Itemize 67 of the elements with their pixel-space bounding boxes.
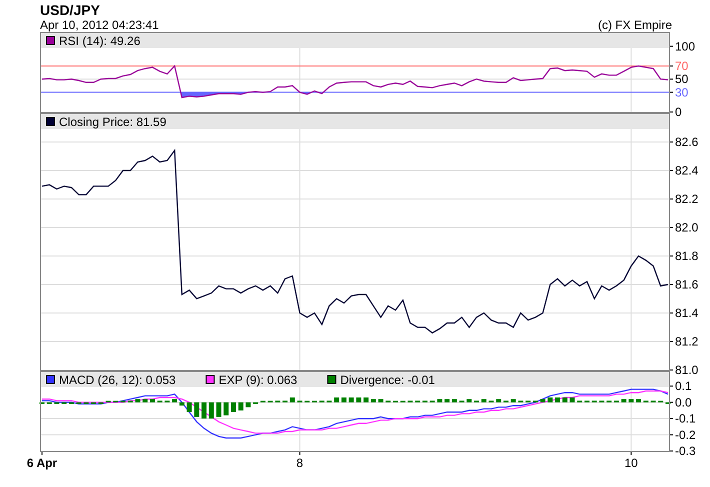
histogram-bar xyxy=(341,397,346,402)
histogram-bar xyxy=(452,399,457,402)
axis-label: 6 Apr xyxy=(26,456,58,470)
histogram-bar xyxy=(172,399,178,402)
histogram-bar xyxy=(135,399,140,402)
axis-label: 70 xyxy=(675,59,688,73)
legend-label: MACD (26, 12): 0.053 xyxy=(59,373,176,387)
histogram-bar xyxy=(290,397,295,402)
axis-label: 81.8 xyxy=(675,249,698,263)
timestamp: Apr 10, 2012 04:23:41 xyxy=(40,19,159,32)
histogram-bar xyxy=(224,402,229,416)
axis-label: 50 xyxy=(675,72,688,86)
copyright-text: (c) FX Empire xyxy=(598,19,672,32)
histogram-bar xyxy=(230,402,236,412)
legend-label: Divergence: -0.01 xyxy=(340,373,435,387)
histogram-bar xyxy=(208,402,214,419)
axis-label: 81.0 xyxy=(675,363,698,377)
histogram-bar xyxy=(621,399,626,402)
histogram-bar xyxy=(334,397,340,402)
axis-label: 0.0 xyxy=(675,395,692,410)
axis-label: 82.2 xyxy=(675,192,698,206)
histogram-bar xyxy=(540,399,546,402)
histogram-bar xyxy=(481,399,486,402)
histogram-bar xyxy=(364,397,369,402)
histogram-bar xyxy=(142,399,148,402)
axis-label: -0.3 xyxy=(675,444,696,458)
histogram-bar xyxy=(186,402,192,412)
histogram-bar xyxy=(570,397,575,402)
histogram-bar xyxy=(555,397,560,402)
axis-label: 82.0 xyxy=(675,220,698,234)
histogram-bar xyxy=(348,397,354,402)
axis-label: 8 xyxy=(296,456,304,470)
histogram-bar xyxy=(356,397,362,402)
histogram-bar xyxy=(194,402,200,417)
axis-label: 81.6 xyxy=(675,278,698,292)
histogram-bar xyxy=(466,399,472,402)
axis-label: -0.2 xyxy=(675,428,696,442)
axis-label: 30 xyxy=(675,85,688,100)
axis-label: 100 xyxy=(675,39,696,54)
histogram-bar xyxy=(202,402,207,419)
histogram-bar xyxy=(548,397,553,402)
axis-label: -0.1 xyxy=(675,412,696,426)
histogram-bar xyxy=(510,399,516,402)
axis-label: 0 xyxy=(675,105,682,119)
histogram-bar xyxy=(636,399,642,402)
legend-label: EXP (9): 0.063 xyxy=(218,373,298,387)
legend-label: RSI (14): 49.26 xyxy=(59,34,140,48)
chart-title: USD/JPY xyxy=(40,1,101,19)
histogram-bar xyxy=(179,402,184,406)
histogram-bar xyxy=(246,402,251,408)
histogram-bar xyxy=(238,402,244,410)
histogram-bar xyxy=(437,399,442,402)
axis-label: 10 xyxy=(624,456,638,470)
axis-label: 81.2 xyxy=(675,334,698,348)
histogram-bar xyxy=(628,399,634,402)
axis-label: 81.4 xyxy=(675,306,698,320)
histogram-bar xyxy=(562,397,568,402)
histogram-bar xyxy=(370,399,376,402)
histogram-bar xyxy=(378,399,384,402)
axis-label: 0.1 xyxy=(675,379,692,394)
axis-label: 82.4 xyxy=(675,164,698,178)
histogram-bar xyxy=(216,402,222,417)
axis-label: 82.6 xyxy=(675,135,698,149)
histogram-bar xyxy=(444,399,450,402)
histogram-bar xyxy=(496,399,502,402)
legend-label: Closing Price: 81.59 xyxy=(59,115,166,129)
histogram-bar xyxy=(150,399,155,402)
